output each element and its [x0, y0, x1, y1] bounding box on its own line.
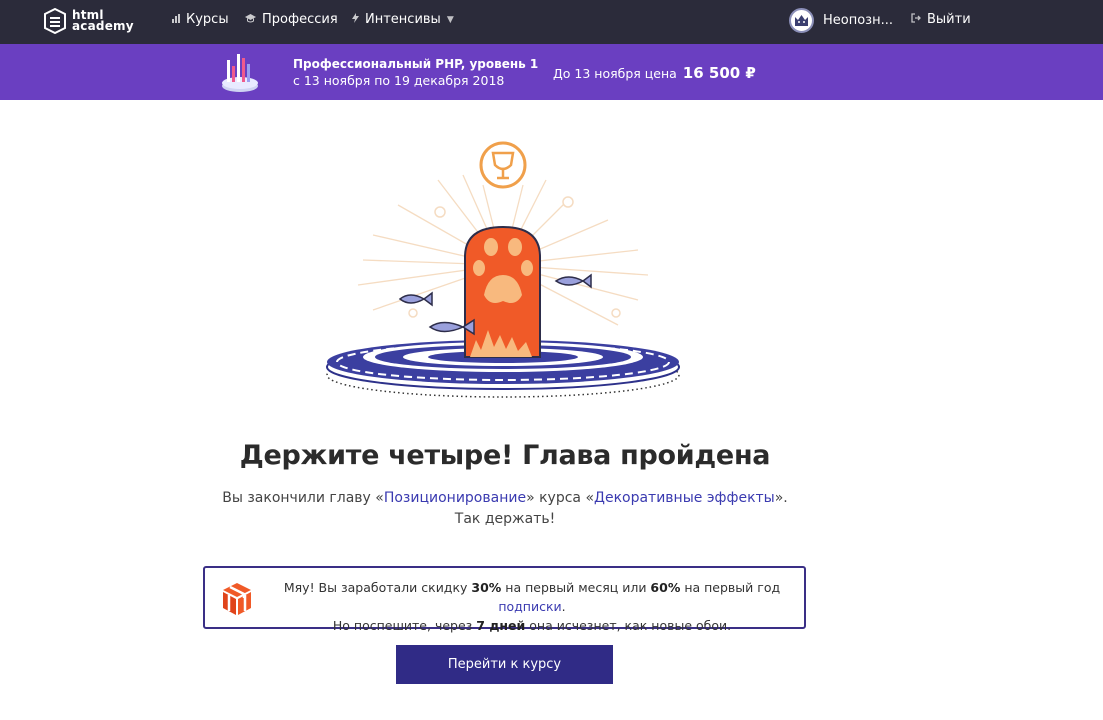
promo-dates: с 13 ноября по 19 декабря 2018 [293, 73, 505, 88]
promo-price-prefix: До 13 ноября цена [553, 66, 677, 81]
go-to-course-button[interactable]: Перейти к курсу [396, 645, 613, 684]
promo-price-value: 16 500 ₽ [682, 64, 756, 82]
nav-intensives-label: Интенсивы [365, 12, 441, 27]
html-academy-logo[interactable]: html academy [44, 6, 134, 36]
top-navigation: html academy Курсы Профессия Интенсивы ▼… [0, 0, 1103, 44]
discount-month: 30% [471, 580, 502, 595]
logo-text: html academy [72, 8, 134, 33]
avatar [789, 8, 814, 33]
sub-text-1: Вы закончили главу « [222, 490, 384, 506]
discount-notice: Мяу! Вы заработали скидку 30% на первый … [203, 566, 806, 633]
nav-courses-label: Курсы [186, 12, 229, 27]
bar-chart-icon [172, 12, 180, 27]
php-chart-illustration-icon [222, 54, 258, 92]
chapter-complete-text: Вы закончили главу «Позиционирование» ку… [0, 488, 1010, 530]
notice-text-1: Мяу! Вы заработали скидку [283, 580, 472, 595]
course-link[interactable]: Декоративные эффекты [594, 490, 775, 506]
logout-link[interactable]: Выйти [911, 12, 971, 27]
notice-text-4: . [561, 599, 566, 614]
logout-label: Выйти [927, 12, 971, 27]
days-left: 7 дней [476, 618, 526, 633]
notice-text-6: она исчезнет, как новые обои. [525, 618, 732, 633]
chapter-link[interactable]: Позиционирование [384, 490, 526, 506]
page-title: Держите четыре! Глава пройдена [239, 440, 771, 471]
notice-text-2: на первый месяц или [501, 580, 651, 595]
promo-course-title: Профессиональный PHP, уровень 1 [293, 57, 539, 71]
notice-text: Мяу! Вы заработали скидку 30% на первый … [267, 578, 797, 635]
nav-courses[interactable]: Курсы [172, 12, 229, 27]
subscription-link[interactable]: подписки [498, 599, 561, 614]
graduation-cap-icon [245, 12, 256, 27]
nav-profession[interactable]: Профессия [245, 12, 338, 27]
cat-paw-trophy-illustration [326, 141, 680, 398]
user-name: Неопозн... [823, 13, 893, 28]
nav-profession-label: Профессия [262, 12, 338, 27]
promo-banner[interactable]: Профессиональный PHP, уровень 1 с 13 ноя… [0, 44, 1103, 100]
logout-icon [911, 12, 921, 27]
cat-paw [464, 225, 541, 358]
chevron-down-icon: ▼ [446, 14, 454, 25]
sub-text-2: » курса « [526, 490, 595, 506]
lightning-icon [352, 12, 359, 27]
notice-text-3: на первый год [680, 580, 781, 595]
trophy-icon [479, 141, 527, 189]
nav-intensives[interactable]: Интенсивы ▼ [352, 12, 454, 27]
user-menu[interactable]: Неопозн... [789, 8, 893, 33]
sub-text-3: ». [774, 490, 788, 506]
sub-text-line2: Так держать! [454, 511, 556, 527]
discount-year: 60% [650, 580, 681, 595]
promo-price: До 13 ноября цена 16 500 ₽ [553, 64, 756, 82]
gift-box-icon [223, 583, 251, 615]
notice-text-5: Но поспешите, через [332, 618, 477, 633]
logo-icon [44, 8, 66, 34]
